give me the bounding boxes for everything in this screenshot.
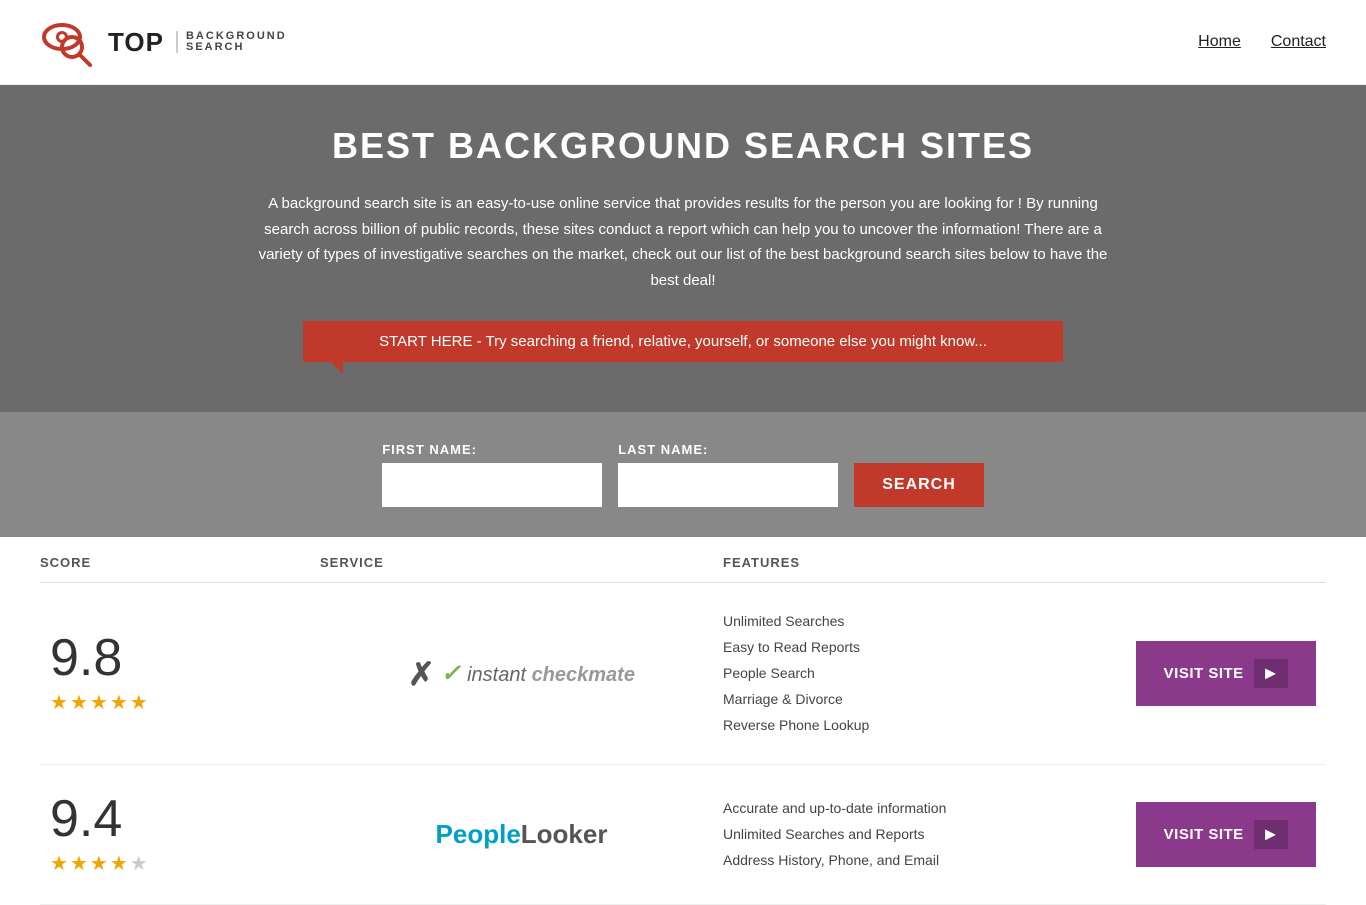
visit-arrow-1: ► xyxy=(1254,659,1288,688)
feature-1-3: People Search xyxy=(723,663,1126,684)
first-name-input[interactable] xyxy=(382,463,602,507)
logo-top: TOP xyxy=(108,27,164,58)
star2-5: ★ xyxy=(130,851,148,876)
table-row: 9.8 ★ ★ ★ ★ ★ ✗ ✓ instant checkmate Unli… xyxy=(40,583,1326,765)
star2-4: ★ xyxy=(110,851,128,876)
feature-1-5: Reverse Phone Lookup xyxy=(723,715,1126,736)
cta-text: START HERE - Try searching a friend, rel… xyxy=(379,333,987,350)
logo-sub2: SEARCH xyxy=(186,42,287,53)
star2-2: ★ xyxy=(70,851,88,876)
header: TOP BACKGROUND SEARCH Home Contact xyxy=(0,0,1366,85)
cta-banner: START HERE - Try searching a friend, rel… xyxy=(303,321,1063,362)
nav: Home Contact xyxy=(1198,33,1326,51)
results-table: SCORE SERVICE FEATURES 9.8 ★ ★ ★ ★ ★ ✗ ✓… xyxy=(0,537,1366,905)
first-name-label: FIRST NAME: xyxy=(382,442,602,457)
checkmate-x: ✗ xyxy=(408,655,435,693)
visit-cell-1: VISIT SITE ► xyxy=(1126,641,1326,706)
nav-contact[interactable]: Contact xyxy=(1271,33,1326,51)
hero-section: BEST BACKGROUND SEARCH SITES A backgroun… xyxy=(0,85,1366,412)
feature-2-1: Accurate and up-to-date information xyxy=(723,798,1126,819)
table-row: 9.4 ★ ★ ★ ★ ★ PeopleLooker Accurate and … xyxy=(40,765,1326,905)
score-cell-1: 9.8 ★ ★ ★ ★ ★ xyxy=(40,632,320,715)
nav-home[interactable]: Home xyxy=(1198,33,1241,51)
feature-1-1: Unlimited Searches xyxy=(723,611,1126,632)
col-service: SERVICE xyxy=(320,555,723,570)
visit-label-1: VISIT SITE xyxy=(1164,665,1244,682)
score-cell-2: 9.4 ★ ★ ★ ★ ★ xyxy=(40,793,320,876)
pl-looker: Looker xyxy=(521,819,608,849)
feature-1-2: Easy to Read Reports xyxy=(723,637,1126,658)
star-4: ★ xyxy=(110,690,128,715)
hero-title: BEST BACKGROUND SEARCH SITES xyxy=(20,125,1346,167)
logo-text: TOP xyxy=(108,27,164,58)
col-score: SCORE xyxy=(40,555,320,570)
stars-2: ★ ★ ★ ★ ★ xyxy=(50,851,148,876)
table-header: SCORE SERVICE FEATURES xyxy=(40,537,1326,583)
last-name-group: LAST NAME: xyxy=(618,442,838,507)
feature-2-3: Address History, Phone, and Email xyxy=(723,850,1126,871)
stars-1: ★ ★ ★ ★ ★ xyxy=(50,690,148,715)
star-3: ★ xyxy=(90,690,108,715)
feature-2-2: Unlimited Searches and Reports xyxy=(723,824,1126,845)
score-number-2: 9.4 xyxy=(50,793,122,845)
features-cell-1: Unlimited Searches Easy to Read Reports … xyxy=(723,611,1126,736)
feature-1-4: Marriage & Divorce xyxy=(723,689,1126,710)
visit-cell-2: VISIT SITE ► xyxy=(1126,802,1326,867)
col-action xyxy=(1126,555,1326,570)
first-name-group: FIRST NAME: xyxy=(382,442,602,507)
search-form-area: FIRST NAME: LAST NAME: SEARCH xyxy=(0,412,1366,537)
star2-1: ★ xyxy=(50,851,68,876)
search-button[interactable]: SEARCH xyxy=(854,463,984,507)
visit-arrow-2: ► xyxy=(1254,820,1288,849)
logo-icon xyxy=(40,15,100,70)
checkmate-logo: ✗ ✓ instant checkmate xyxy=(408,655,635,693)
checkmate-brand: ✓ instant checkmate xyxy=(441,659,635,688)
service-cell-1: ✗ ✓ instant checkmate xyxy=(320,655,723,693)
peoplelooker-logo: PeopleLooker xyxy=(436,819,608,850)
last-name-label: LAST NAME: xyxy=(618,442,838,457)
visit-button-1[interactable]: VISIT SITE ► xyxy=(1136,641,1316,706)
star-5: ★ xyxy=(130,690,148,715)
logo: TOP BACKGROUND SEARCH xyxy=(40,15,287,70)
star2-3: ★ xyxy=(90,851,108,876)
pl-people: People xyxy=(436,819,521,849)
visit-label-2: VISIT SITE xyxy=(1164,826,1244,843)
star-2: ★ xyxy=(70,690,88,715)
visit-button-2[interactable]: VISIT SITE ► xyxy=(1136,802,1316,867)
col-features: FEATURES xyxy=(723,555,1126,570)
hero-description: A background search site is an easy-to-u… xyxy=(253,191,1113,293)
logo-right: BACKGROUND SEARCH xyxy=(176,31,287,53)
features-cell-2: Accurate and up-to-date information Unli… xyxy=(723,798,1126,871)
last-name-input[interactable] xyxy=(618,463,838,507)
star-1: ★ xyxy=(50,690,68,715)
service-cell-2: PeopleLooker xyxy=(320,819,723,850)
score-number-1: 9.8 xyxy=(50,632,122,684)
